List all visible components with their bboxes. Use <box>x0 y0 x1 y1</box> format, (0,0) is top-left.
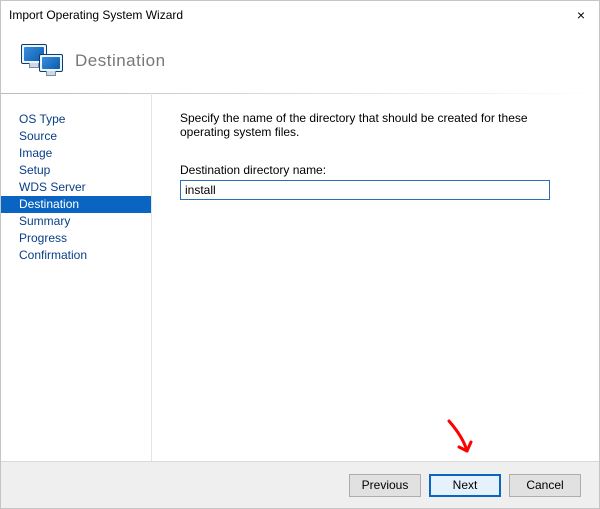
sidebar-step-summary[interactable]: Summary <box>1 213 151 230</box>
sidebar-step-progress[interactable]: Progress <box>1 230 151 247</box>
directory-name-input[interactable] <box>180 180 550 200</box>
computers-icon <box>21 40 63 82</box>
content-pane: Specify the name of the directory that s… <box>152 93 599 462</box>
window-title: Import Operating System Wizard <box>9 8 183 22</box>
wizard-steps-sidebar: OS Type Source Image Setup WDS Server De… <box>1 93 152 462</box>
sidebar-step-destination[interactable]: Destination <box>1 196 151 213</box>
page-heading: Destination <box>75 51 166 71</box>
sidebar-step-wds-server[interactable]: WDS Server <box>1 179 151 196</box>
titlebar: Import Operating System Wizard × <box>1 1 599 29</box>
sidebar-step-setup[interactable]: Setup <box>1 162 151 179</box>
sidebar-step-os-type[interactable]: OS Type <box>1 111 151 128</box>
directory-name-label: Destination directory name: <box>180 163 573 177</box>
sidebar-step-image[interactable]: Image <box>1 145 151 162</box>
sidebar-step-confirmation[interactable]: Confirmation <box>1 247 151 264</box>
close-icon[interactable]: × <box>571 7 591 23</box>
previous-button[interactable]: Previous <box>349 474 421 497</box>
button-bar: Previous Next Cancel <box>1 461 599 508</box>
next-button[interactable]: Next <box>429 474 501 497</box>
instruction-text: Specify the name of the directory that s… <box>180 111 573 139</box>
cancel-button[interactable]: Cancel <box>509 474 581 497</box>
sidebar-step-source[interactable]: Source <box>1 128 151 145</box>
banner: Destination <box>1 29 599 94</box>
body: OS Type Source Image Setup WDS Server De… <box>1 93 599 462</box>
wizard-window: Import Operating System Wizard × Destina… <box>0 0 600 509</box>
